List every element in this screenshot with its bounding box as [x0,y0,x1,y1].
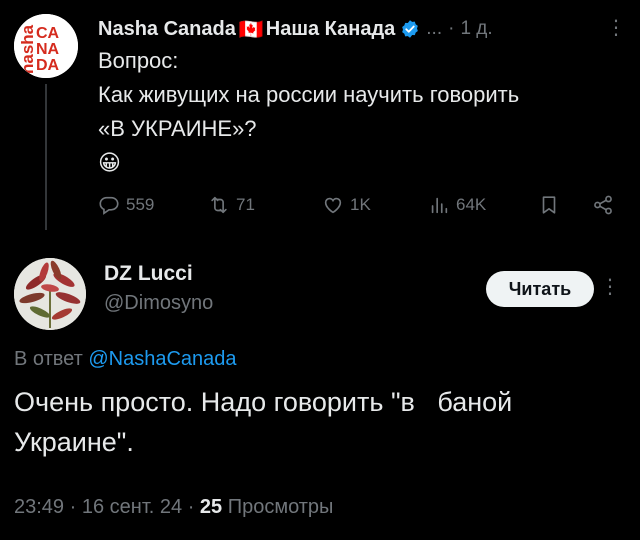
avatar[interactable]: nasha CA NA DA [14,14,78,78]
bookmark-button[interactable] [538,194,560,216]
thread-connector-line [45,84,47,230]
tweet-text-line: Как живущих на россии научить говорить [98,82,520,107]
author-display-name[interactable]: Nasha Canada [98,18,236,41]
views-count: 25 [199,496,223,518]
reply-count: 559 [126,195,155,214]
like-button[interactable]: 1K [322,194,371,216]
canada-flag-icon: 🇨🇦 [238,18,264,41]
reply-text-line: Украине". [14,427,134,457]
tweet-header: Nasha Canada 🇨🇦 Наша Канада ... · 1 д. ⋮ [98,14,628,44]
post-date[interactable]: 16 сент. 24 [82,496,182,518]
nasha-canada-logo: nasha CA NA DA [14,14,78,78]
separator-dot: · [448,18,455,39]
views-chart-icon [431,197,448,214]
share-icon [594,195,612,215]
post-detail-view: nasha CA NA DA Nasha Canada 🇨🇦 Наша Кана… [0,0,640,540]
tweet-text: Вопрос: Как живущих на россии научить го… [98,44,623,180]
in-reply-prefix: В ответ [14,348,89,370]
views-label: Просмотры [227,496,334,518]
post-age[interactable]: 1 д. [460,18,492,40]
logo-grid-text: DA [36,57,60,74]
tweet-text-line: Вопрос: [98,48,179,73]
reply-avatar[interactable] [14,258,86,330]
reply-author-handle[interactable]: @Dimosyno [104,292,213,315]
repost-count: 71 [236,195,255,214]
view-count: 64K [456,195,487,214]
tweet-emoji: 😀 [98,150,121,175]
like-count: 1K [350,195,371,214]
more-options-icon[interactable]: ⋮ [606,16,626,40]
ellipsis-text: ... [426,18,443,39]
tweet-text-line: «В УКРАИНЕ»? [98,116,257,141]
repost-icon [211,196,227,214]
views-button[interactable]: 64K [428,194,486,216]
logo-vertical-text: nasha [18,24,37,74]
reply-mention-link[interactable]: @NashaCanada [88,348,236,370]
in-reply-to: В ответ @NashaCanada [14,348,237,371]
reply-text: Очень просто. Надо говорить "в баной Укр… [14,382,634,462]
separator-dot: · [69,496,82,518]
share-button[interactable] [592,194,614,216]
plant-photo [14,258,86,330]
post-timestamp: 23:49 · 16 сент. 24 · 25 Просмотры [14,496,333,519]
post-time[interactable]: 23:49 [14,496,64,518]
author-display-name-cyrillic[interactable]: Наша Канада [266,18,396,41]
reply-more-options-icon[interactable]: ⋮ [600,274,620,299]
repost-button[interactable]: 71 [208,194,255,216]
verified-badge-icon [402,20,419,38]
reply-bubble-icon [99,196,119,215]
heart-icon [324,197,342,214]
reply-button[interactable]: 559 [98,194,154,216]
bookmark-icon [542,196,556,214]
logo-grid-text: NA [36,41,60,58]
tweet-action-bar: 559 71 1K 64K [98,190,628,226]
separator-dot: · [187,496,200,518]
follow-button[interactable]: Читать [486,271,594,307]
reply-author-name[interactable]: DZ Lucci [104,262,193,286]
reply-text-line: Очень просто. Надо говорить "в баной [14,387,513,417]
logo-grid-text: CA [36,25,60,42]
